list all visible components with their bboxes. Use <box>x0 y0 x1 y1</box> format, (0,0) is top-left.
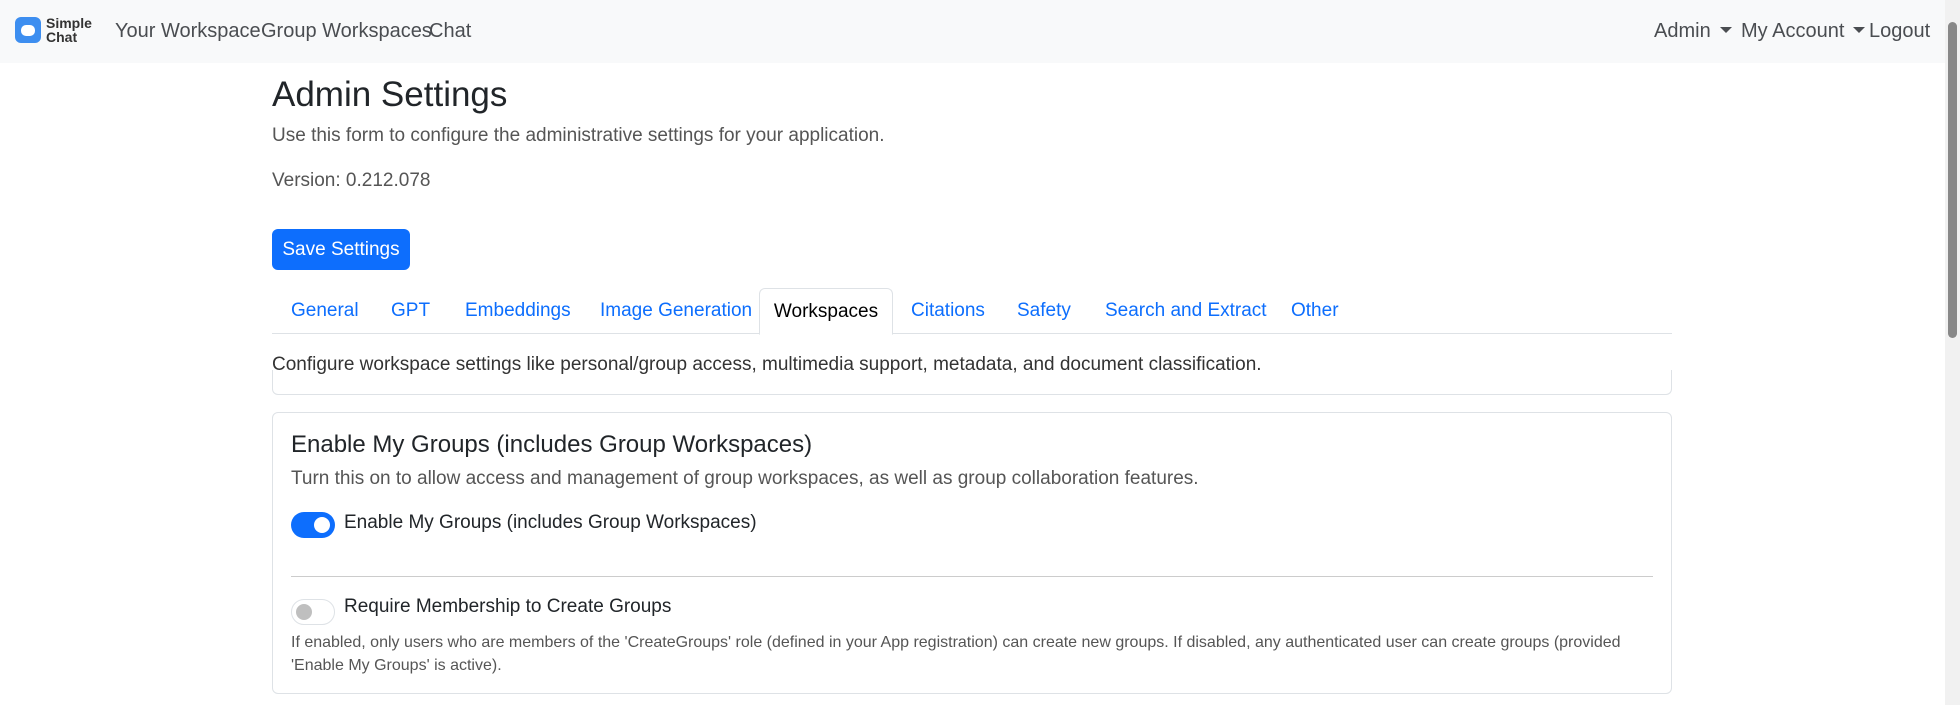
enable-my-groups-label: Enable My Groups (includes Group Workspa… <box>344 512 757 533</box>
tab-citations[interactable]: Citations <box>911 300 985 322</box>
tab-image-generation[interactable]: Image Generation <box>600 300 752 322</box>
nav-your-workspace[interactable]: Your Workspace <box>115 20 261 43</box>
page-subtitle: Use this form to configure the administr… <box>272 125 885 146</box>
divider <box>291 576 1653 577</box>
tab-embeddings[interactable]: Embeddings <box>465 300 571 322</box>
section-description: Turn this on to allow access and managem… <box>291 468 1199 489</box>
caret-down-icon <box>1719 27 1732 33</box>
tab-workspaces[interactable]: Workspaces <box>759 288 893 335</box>
my-account-dropdown[interactable]: My Account <box>1741 20 1866 43</box>
simple-chat-logo-icon[interactable] <box>15 17 41 43</box>
admin-label: Admin <box>1654 20 1711 42</box>
require-membership-toggle[interactable] <box>291 599 335 625</box>
caret-down-icon <box>1853 27 1866 33</box>
account-label: My Account <box>1741 20 1845 42</box>
version-text: Version: 0.212.078 <box>272 170 431 191</box>
save-settings-button[interactable]: Save Settings <box>272 229 410 270</box>
tab-gpt[interactable]: GPT <box>391 300 430 322</box>
tab-bar-border <box>272 333 1672 334</box>
logo-text[interactable]: Simple Chat <box>46 16 92 44</box>
enable-my-groups-toggle[interactable] <box>291 512 335 538</box>
nav-group-workspaces[interactable]: Group Workspaces <box>261 20 432 43</box>
tab-search-and-extract[interactable]: Search and Extract <box>1105 300 1267 322</box>
page-title: Admin Settings <box>272 75 508 114</box>
tab-safety[interactable]: Safety <box>1017 300 1071 322</box>
admin-dropdown[interactable]: Admin <box>1654 20 1732 43</box>
tab-other[interactable]: Other <box>1291 300 1339 322</box>
require-membership-help: If enabled, only users who are members o… <box>291 634 1621 674</box>
scrollbar-thumb[interactable] <box>1948 22 1957 338</box>
tab-general[interactable]: General <box>291 300 359 322</box>
navbar: Simple Chat Your Workspace Group Workspac… <box>0 0 1945 63</box>
require-membership-label: Require Membership to Create Groups <box>344 596 672 617</box>
logo-line2: Chat <box>46 29 78 45</box>
logout-link[interactable]: Logout <box>1869 20 1930 43</box>
nav-chat[interactable]: Chat <box>429 20 471 43</box>
section-title: Enable My Groups (includes Group Workspa… <box>291 431 813 458</box>
workspaces-description: Configure workspace settings like person… <box>272 354 1262 375</box>
